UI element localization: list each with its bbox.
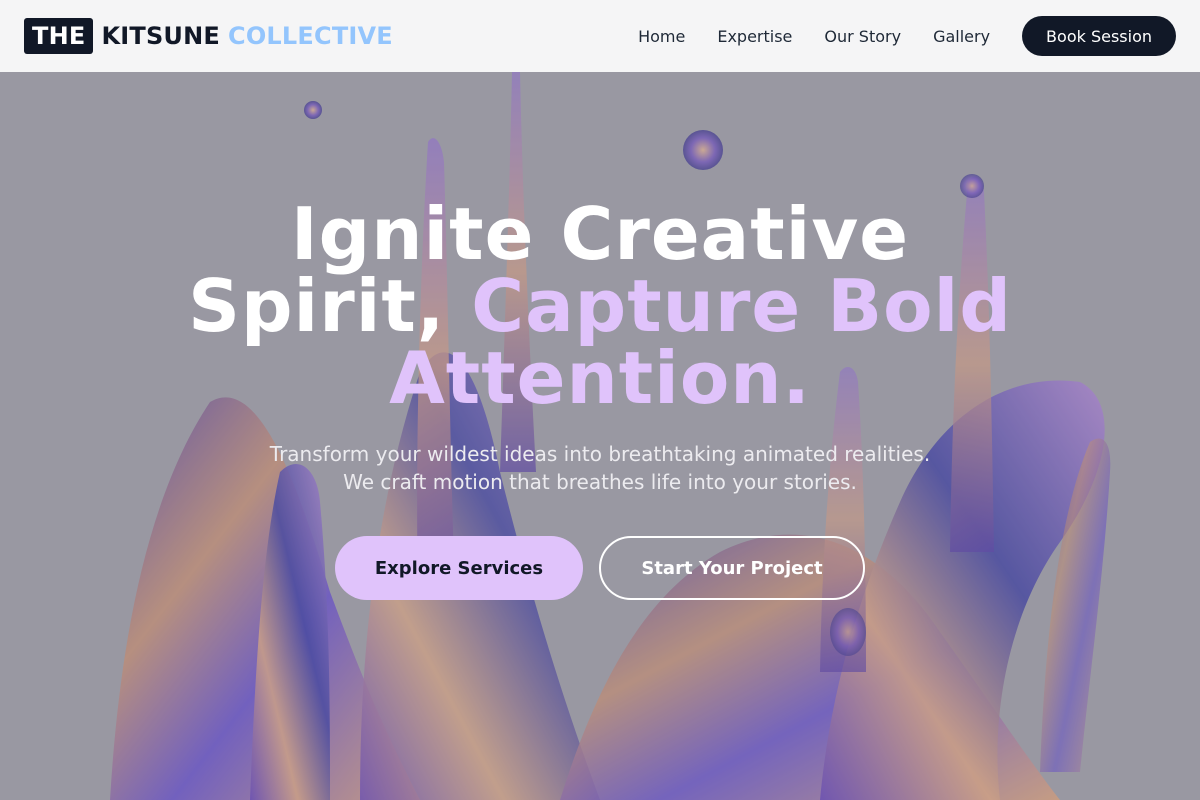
nav-link-gallery[interactable]: Gallery (933, 27, 990, 46)
brand-name-accent: COLLECTIVE (228, 22, 393, 50)
brand-logo-box: THE (24, 18, 94, 54)
hero-subtitle: Transform your wildest ideas into breath… (200, 440, 1000, 496)
nav-link-expertise[interactable]: Expertise (717, 27, 792, 46)
headline-line-3-accent: Attention. (389, 336, 811, 420)
brand-name: KITSUNE (101, 22, 221, 50)
hero-headline: Ignite Creative Spirit, Capture Bold Att… (150, 198, 1050, 414)
subtitle-line-2: We craft motion that breathes life into … (343, 470, 857, 494)
explore-services-button[interactable]: Explore Services (335, 536, 583, 600)
navbar: THE KITSUNE COLLECTIVE Home Expertise Ou… (0, 0, 1200, 72)
hero-overlay (0, 72, 1200, 800)
subtitle-line-1: Transform your wildest ideas into breath… (269, 442, 931, 466)
nav-link-home[interactable]: Home (638, 27, 685, 46)
brand-logo[interactable]: THE KITSUNE COLLECTIVE (24, 18, 393, 54)
book-session-button[interactable]: Book Session (1022, 16, 1176, 56)
nav-link-our-story[interactable]: Our Story (824, 27, 901, 46)
hero-section: Ignite Creative Spirit, Capture Bold Att… (0, 72, 1200, 800)
main-nav: Home Expertise Our Story Gallery Book Se… (638, 16, 1176, 56)
start-project-button[interactable]: Start Your Project (599, 536, 865, 600)
